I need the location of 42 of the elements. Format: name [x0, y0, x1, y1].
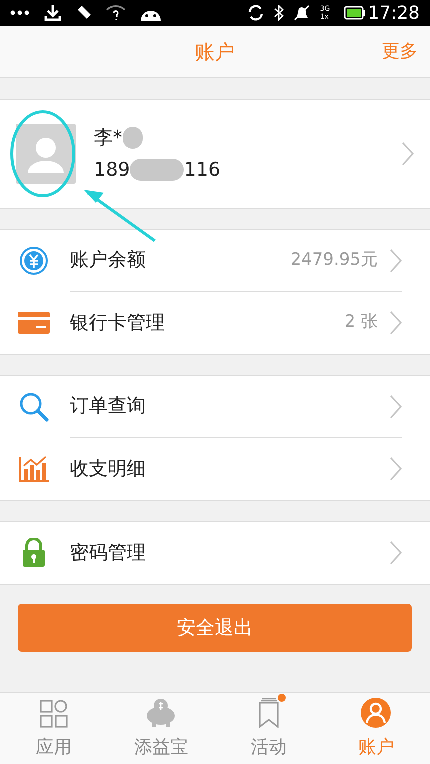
sync-icon: [248, 5, 264, 21]
battery-icon: [344, 6, 366, 20]
muted-bell-icon: [294, 5, 310, 21]
tab[interactable]: 添益宝: [108, 693, 215, 764]
menu-item-value: 2 张: [344, 311, 378, 334]
search-icon: [19, 392, 49, 422]
chevron-right-icon: [390, 311, 402, 335]
clock: 17:28: [368, 2, 420, 26]
avatar-icon: [16, 124, 76, 184]
tab[interactable]: 活动: [215, 693, 322, 764]
logout-button[interactable]: 安全退出: [18, 604, 412, 652]
phone-number: 189: [94, 158, 130, 183]
lock-icon: [22, 538, 46, 568]
page-title: 账户: [195, 38, 235, 66]
menu-item-label[interactable]: 账户余额: [70, 246, 291, 275]
redaction-blur: [122, 126, 142, 149]
more-button[interactable]: 更多: [382, 38, 418, 65]
user-name: 李*: [94, 126, 122, 150]
wifi-question-icon: [106, 5, 126, 21]
flashlight-icon: [76, 5, 92, 21]
bank-card-icon: [18, 312, 50, 334]
chevron-right-icon: [390, 394, 402, 418]
bookmark-icon: [258, 698, 280, 728]
chevron-right-icon: [402, 142, 414, 166]
bar-chart-icon: [18, 455, 50, 483]
tab[interactable]: 账户: [322, 693, 430, 764]
more-icon: [10, 10, 30, 16]
download-icon: [44, 4, 62, 22]
menu-item-label[interactable]: 银行卡管理: [70, 308, 345, 338]
chevron-right-icon: [390, 541, 402, 565]
redaction-blur: [130, 159, 184, 182]
menu-item-label[interactable]: 收支明细: [70, 454, 390, 484]
menu-item-value: 2479.95元: [290, 248, 378, 272]
chevron-right-icon: [390, 248, 402, 272]
menu-item-label[interactable]: 订单查询: [70, 392, 390, 421]
grid-icon: [40, 700, 68, 728]
phone-number: 116: [184, 158, 221, 183]
yuan-icon: [19, 246, 49, 276]
bluetooth-icon: [274, 5, 284, 21]
chevron-right-icon: [390, 457, 402, 481]
tab[interactable]: 应用: [0, 693, 108, 764]
user-icon: [361, 698, 392, 728]
